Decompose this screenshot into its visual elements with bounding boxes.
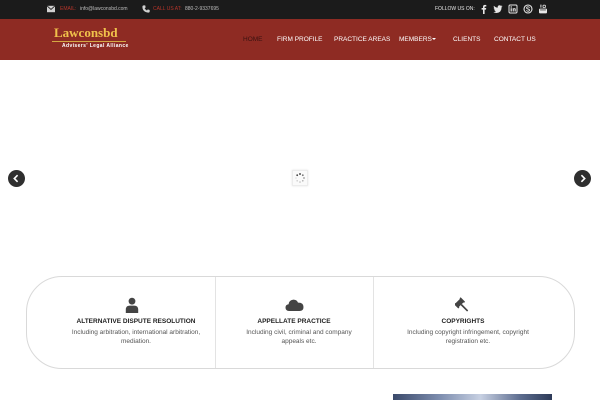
phone-label: CALL US AT: xyxy=(153,6,182,12)
service-title[interactable]: COPYRIGHTS xyxy=(393,317,533,326)
user-icon xyxy=(125,297,139,313)
gavel-icon xyxy=(455,297,469,312)
service-description-line: Including copyright infringement, copyri… xyxy=(407,329,529,336)
email-label: EMAIL: xyxy=(60,6,77,12)
logo-tagline: Advisers' Legal Alliance xyxy=(62,43,129,49)
envelope-icon xyxy=(47,5,55,13)
service-description-line: mediation. xyxy=(121,338,151,345)
email-link[interactable]: info@lawconsbd.com xyxy=(80,5,128,13)
service-description: Including arbitration, international arb… xyxy=(56,328,216,346)
service-description: Including copyright infringement, copyri… xyxy=(388,328,548,346)
service-description-line: Including civil, criminal and company xyxy=(246,329,352,336)
nav-practice-areas[interactable]: PRACTICE AREAS xyxy=(334,35,390,44)
follow-label: FOLLOW US ON: xyxy=(435,6,475,12)
service-title[interactable]: APPELLATE PRACTICE xyxy=(224,317,364,326)
chevron-right-icon xyxy=(580,174,586,183)
twitter-icon[interactable] xyxy=(493,4,503,14)
services-divider xyxy=(215,277,216,368)
slider-loading-spinner xyxy=(292,170,308,186)
nav-clients[interactable]: CLIENTS xyxy=(453,35,480,44)
spinner-icon xyxy=(295,173,305,183)
members-dropdown-caret-icon[interactable] xyxy=(432,38,436,40)
chevron-left-icon xyxy=(13,174,19,183)
nav-members[interactable]: MEMBERS xyxy=(399,35,432,44)
logo-divider xyxy=(52,41,126,42)
featured-photo xyxy=(393,394,552,400)
service-description: Including civil, criminal and company ap… xyxy=(219,328,379,346)
linkedin-icon[interactable] xyxy=(508,4,518,14)
logo-title[interactable]: Lawconsbd xyxy=(54,26,118,40)
nav-contact-us[interactable]: CONTACT US xyxy=(494,35,536,44)
phone-number: 880-2-9337695 xyxy=(185,6,219,12)
phone-icon xyxy=(142,5,150,13)
service-description-line: appeals etc. xyxy=(281,338,317,345)
services-divider xyxy=(373,277,374,368)
service-description-line: registration etc. xyxy=(445,338,491,345)
nav-home[interactable]: HOME xyxy=(243,35,263,44)
slider-next-button[interactable] xyxy=(574,170,591,187)
slider-prev-button[interactable] xyxy=(8,170,25,187)
cloud-icon xyxy=(285,299,304,311)
skype-icon[interactable] xyxy=(523,4,533,14)
youtube-icon[interactable] xyxy=(538,4,548,14)
top-bar: EMAIL: info@lawconsbd.com CALL US AT: 88… xyxy=(0,0,600,19)
nav-firm-profile[interactable]: FIRM PROFILE xyxy=(277,35,323,44)
service-title[interactable]: ALTERNATIVE DISPUTE RESOLUTION xyxy=(66,317,206,326)
facebook-icon[interactable] xyxy=(479,4,489,14)
service-description-line: Including arbitration, international arb… xyxy=(71,329,201,336)
